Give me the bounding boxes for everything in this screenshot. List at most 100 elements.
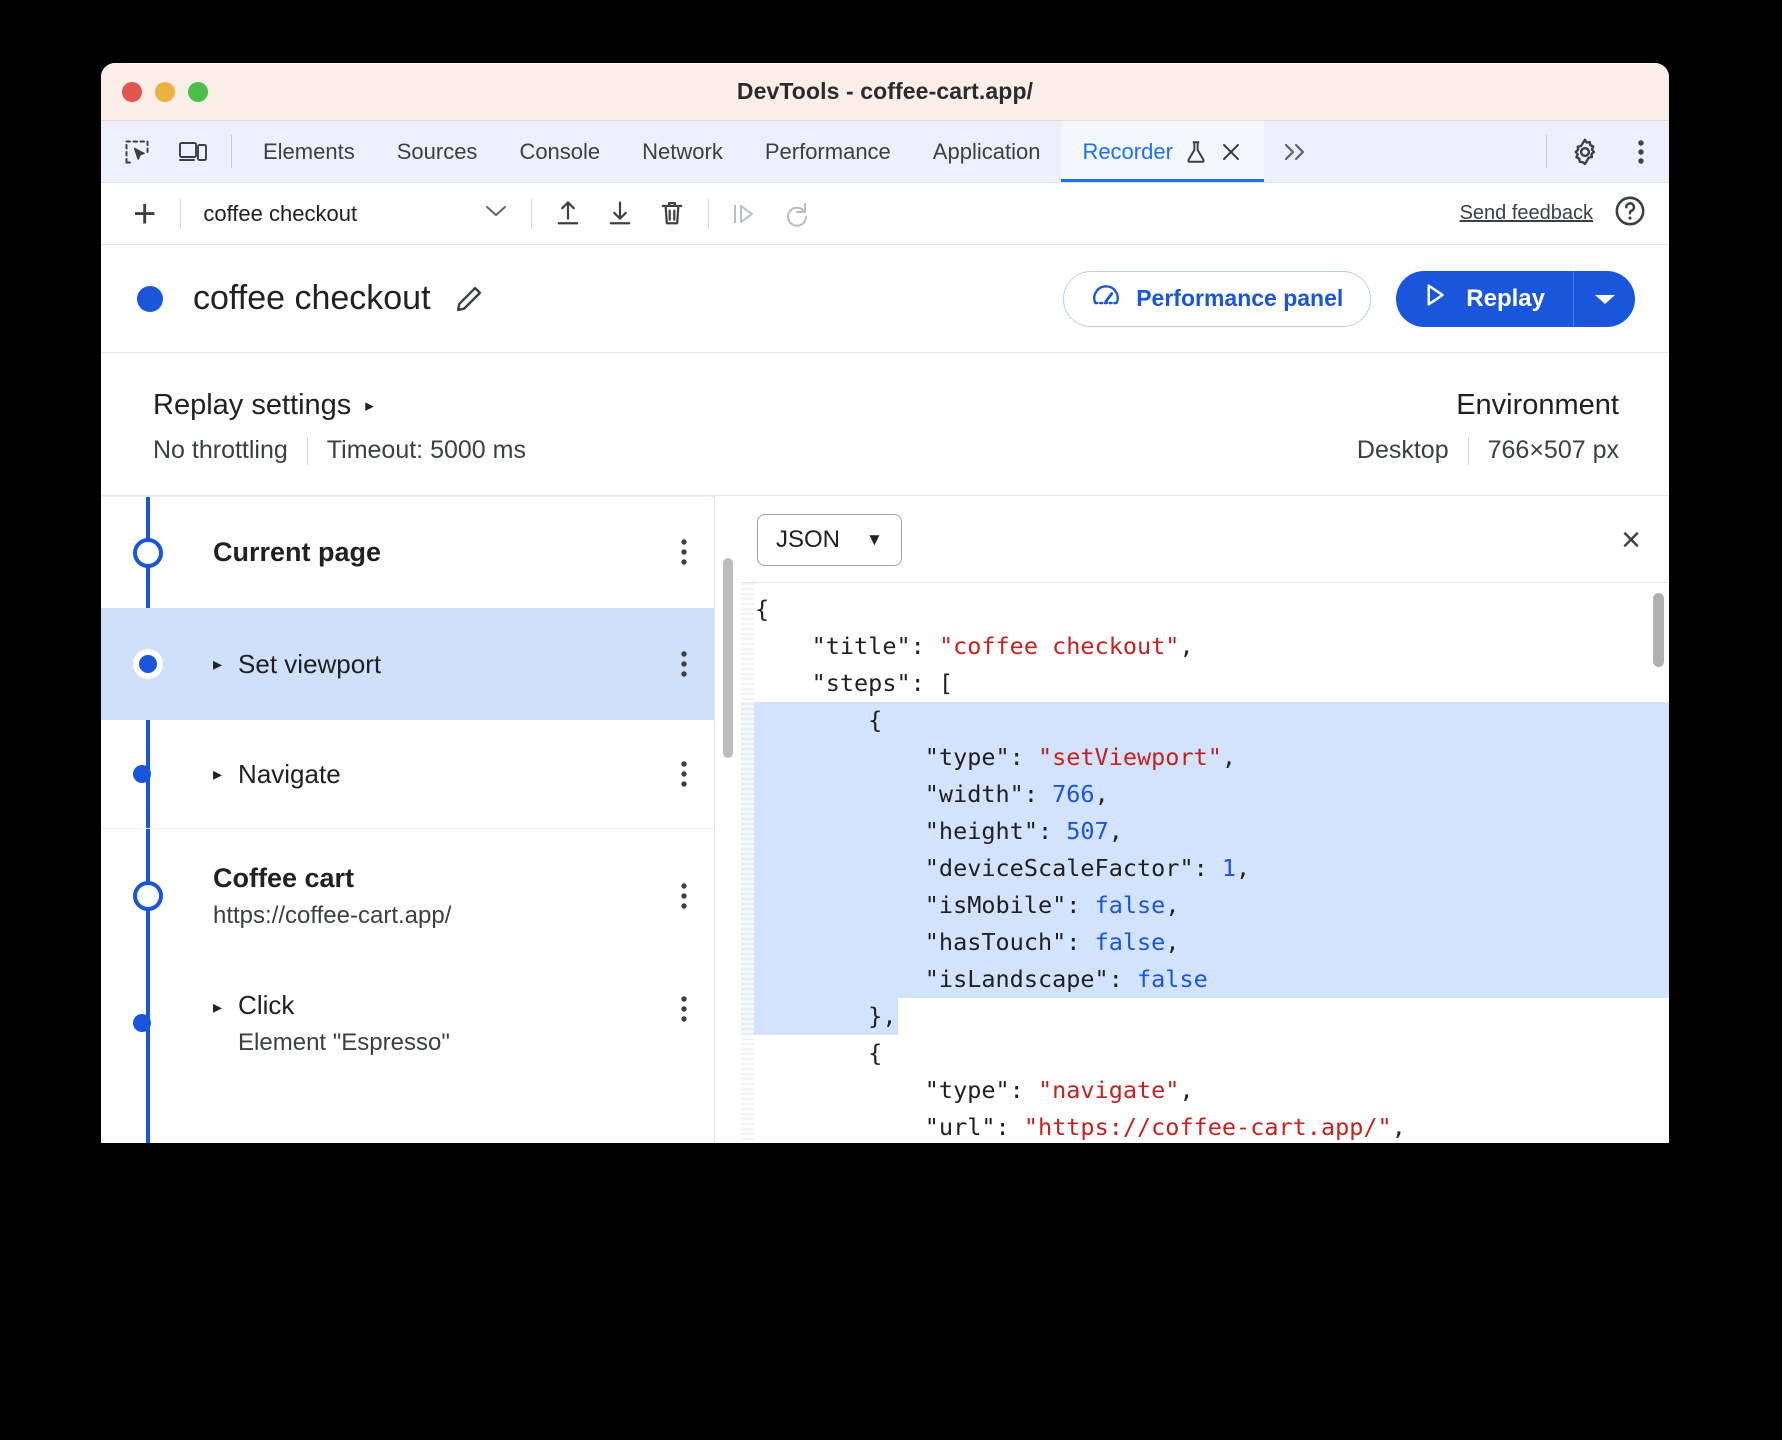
step-coffee-cart[interactable]: Coffee cart https://coffee-cart.app/	[101, 828, 714, 963]
recording-title: coffee checkout	[193, 279, 431, 318]
environment-viewport: 766×507 px	[1488, 436, 1619, 465]
step-text: Coffee cart https://coffee-cart.app/	[213, 863, 451, 930]
window-title: DevTools - coffee-cart.app/	[101, 78, 1669, 105]
step-text: Click Element "Espresso"	[238, 990, 450, 1057]
step-options-icon[interactable]	[674, 537, 694, 568]
step-set-viewport[interactable]: ▸ Set viewport	[101, 608, 714, 720]
step-current-page[interactable]: Current page	[101, 496, 714, 608]
tab-overflow-icon[interactable]	[1264, 121, 1326, 182]
import-recording-icon[interactable]	[542, 192, 594, 236]
window-titlebar: DevTools - coffee-cart.app/	[101, 63, 1669, 121]
step-options-icon[interactable]	[674, 759, 694, 790]
tab-recorder[interactable]: Recorder	[1061, 121, 1263, 182]
replay-step-icon[interactable]	[719, 192, 771, 236]
tab-label: Console	[519, 139, 600, 165]
json-panel-toolbar: JSON ▼ ×	[741, 496, 1669, 583]
throttling-value: No throttling	[153, 436, 288, 465]
tab-label: Performance	[765, 139, 891, 165]
splitter-scrollbar[interactable]	[723, 558, 733, 758]
step-body: ▸ Click Element "Espresso"	[213, 990, 714, 1057]
pencil-icon[interactable]	[453, 283, 485, 315]
replay-button[interactable]: Replay	[1396, 271, 1573, 327]
replay-settings-summary: No throttling Timeout: 5000 ms	[153, 436, 1357, 465]
export-recording-icon[interactable]	[594, 192, 646, 236]
format-selector-value: JSON	[776, 526, 840, 554]
step-sublabel: https://coffee-cart.app/	[213, 902, 451, 930]
step-text: Current page	[213, 537, 381, 568]
code-line: "url": "https://coffee-cart.app/",	[741, 1109, 1669, 1143]
format-selector[interactable]: JSON ▼	[757, 514, 902, 566]
tab-label: Network	[642, 139, 723, 165]
replay-button-group: Replay	[1396, 271, 1635, 327]
steps-list: Current page ▸ Set viewport	[101, 496, 715, 1143]
step-click[interactable]: ▸ Click Element "Espresso"	[101, 963, 714, 1083]
tab-label: Application	[933, 139, 1041, 165]
step-navigate[interactable]: ▸ Navigate	[101, 720, 714, 828]
code-line: "deviceScaleFactor": 1,	[741, 850, 1669, 887]
code-line: "hasTouch": false,	[741, 924, 1669, 961]
chevron-right-icon: ▸	[365, 396, 374, 416]
step-options-icon[interactable]	[674, 649, 694, 680]
panel-splitter[interactable]	[715, 496, 741, 1143]
code-line: "steps": [	[741, 665, 1669, 702]
tab-elements[interactable]: Elements	[242, 121, 376, 182]
play-icon	[1420, 280, 1450, 317]
environment-divider	[1468, 437, 1469, 465]
delete-recording-icon[interactable]	[646, 192, 698, 236]
environment-device: Desktop	[1357, 436, 1449, 465]
step-marker-ring	[133, 538, 163, 568]
performance-panel-label: Performance panel	[1136, 285, 1343, 312]
step-body: Coffee cart https://coffee-cart.app/	[213, 863, 714, 930]
expand-triangle-icon[interactable]: ▸	[213, 655, 222, 673]
help-icon[interactable]	[1613, 194, 1647, 233]
recording-header: coffee checkout Performance panel	[101, 245, 1669, 353]
step-options-icon[interactable]	[674, 881, 694, 912]
code-scrollbar[interactable]	[1653, 593, 1664, 667]
close-json-panel-icon[interactable]: ×	[1615, 523, 1647, 557]
chevron-down-icon: ▼	[866, 530, 883, 550]
tab-sources[interactable]: Sources	[376, 121, 499, 182]
code-line: "type": "setViewport",	[741, 739, 1669, 776]
settings-gear-icon[interactable]	[1557, 121, 1613, 182]
more-options-icon[interactable]	[1613, 121, 1669, 182]
step-marker-filled	[133, 649, 163, 679]
close-recorder-tab-icon[interactable]	[1219, 140, 1243, 164]
recorder-toolbar: + coffee checkout	[101, 183, 1669, 245]
code-line: "title": "coffee checkout",	[741, 628, 1669, 665]
code-line: "height": 507,	[741, 813, 1669, 850]
chevron-down-icon	[483, 203, 509, 224]
step-label: Click	[238, 990, 450, 1021]
send-feedback-link[interactable]: Send feedback	[1460, 202, 1593, 225]
code-line: {	[741, 591, 1669, 628]
step-body: ▸ Set viewport	[213, 649, 714, 680]
tab-console[interactable]: Console	[498, 121, 621, 182]
tab-label: Sources	[397, 139, 478, 165]
inspect-icon[interactable]	[109, 121, 165, 182]
replay-settings-toggle[interactable]: Replay settings ▸	[153, 389, 1357, 422]
performance-panel-button[interactable]: Performance panel	[1063, 271, 1371, 327]
tab-application[interactable]: Application	[912, 121, 1062, 182]
replay-settings-section: Replay settings ▸ No throttling Timeout:…	[153, 389, 1357, 465]
tab-network[interactable]: Network	[621, 121, 744, 182]
step-options-icon[interactable]	[674, 994, 694, 1025]
code-line: "type": "navigate",	[741, 1072, 1669, 1109]
replay-options-caret[interactable]	[1573, 271, 1635, 327]
step-sublabel: Element "Espresso"	[238, 1029, 450, 1057]
tabbar-right-actions	[1536, 121, 1669, 182]
step-marker-ring	[133, 881, 163, 911]
performance-gauge-icon	[1091, 281, 1121, 317]
redo-icon[interactable]	[771, 192, 823, 236]
recording-selector-value: coffee checkout	[203, 201, 357, 227]
json-code-view[interactable]: { "title": "coffee checkout", "steps": […	[741, 583, 1669, 1143]
recording-selector[interactable]: coffee checkout	[191, 201, 521, 227]
tabbar-divider	[231, 135, 232, 168]
create-recording-button[interactable]: +	[119, 194, 170, 234]
expand-triangle-icon[interactable]: ▸	[213, 765, 222, 783]
tab-label: Elements	[263, 139, 355, 165]
step-marker-dot	[133, 765, 151, 783]
device-toolbar-icon[interactable]	[165, 121, 221, 182]
expand-triangle-icon[interactable]: ▸	[213, 998, 222, 1016]
tab-label: Recorder	[1082, 139, 1172, 165]
code-line: {	[741, 1035, 1669, 1072]
tab-performance[interactable]: Performance	[744, 121, 912, 182]
